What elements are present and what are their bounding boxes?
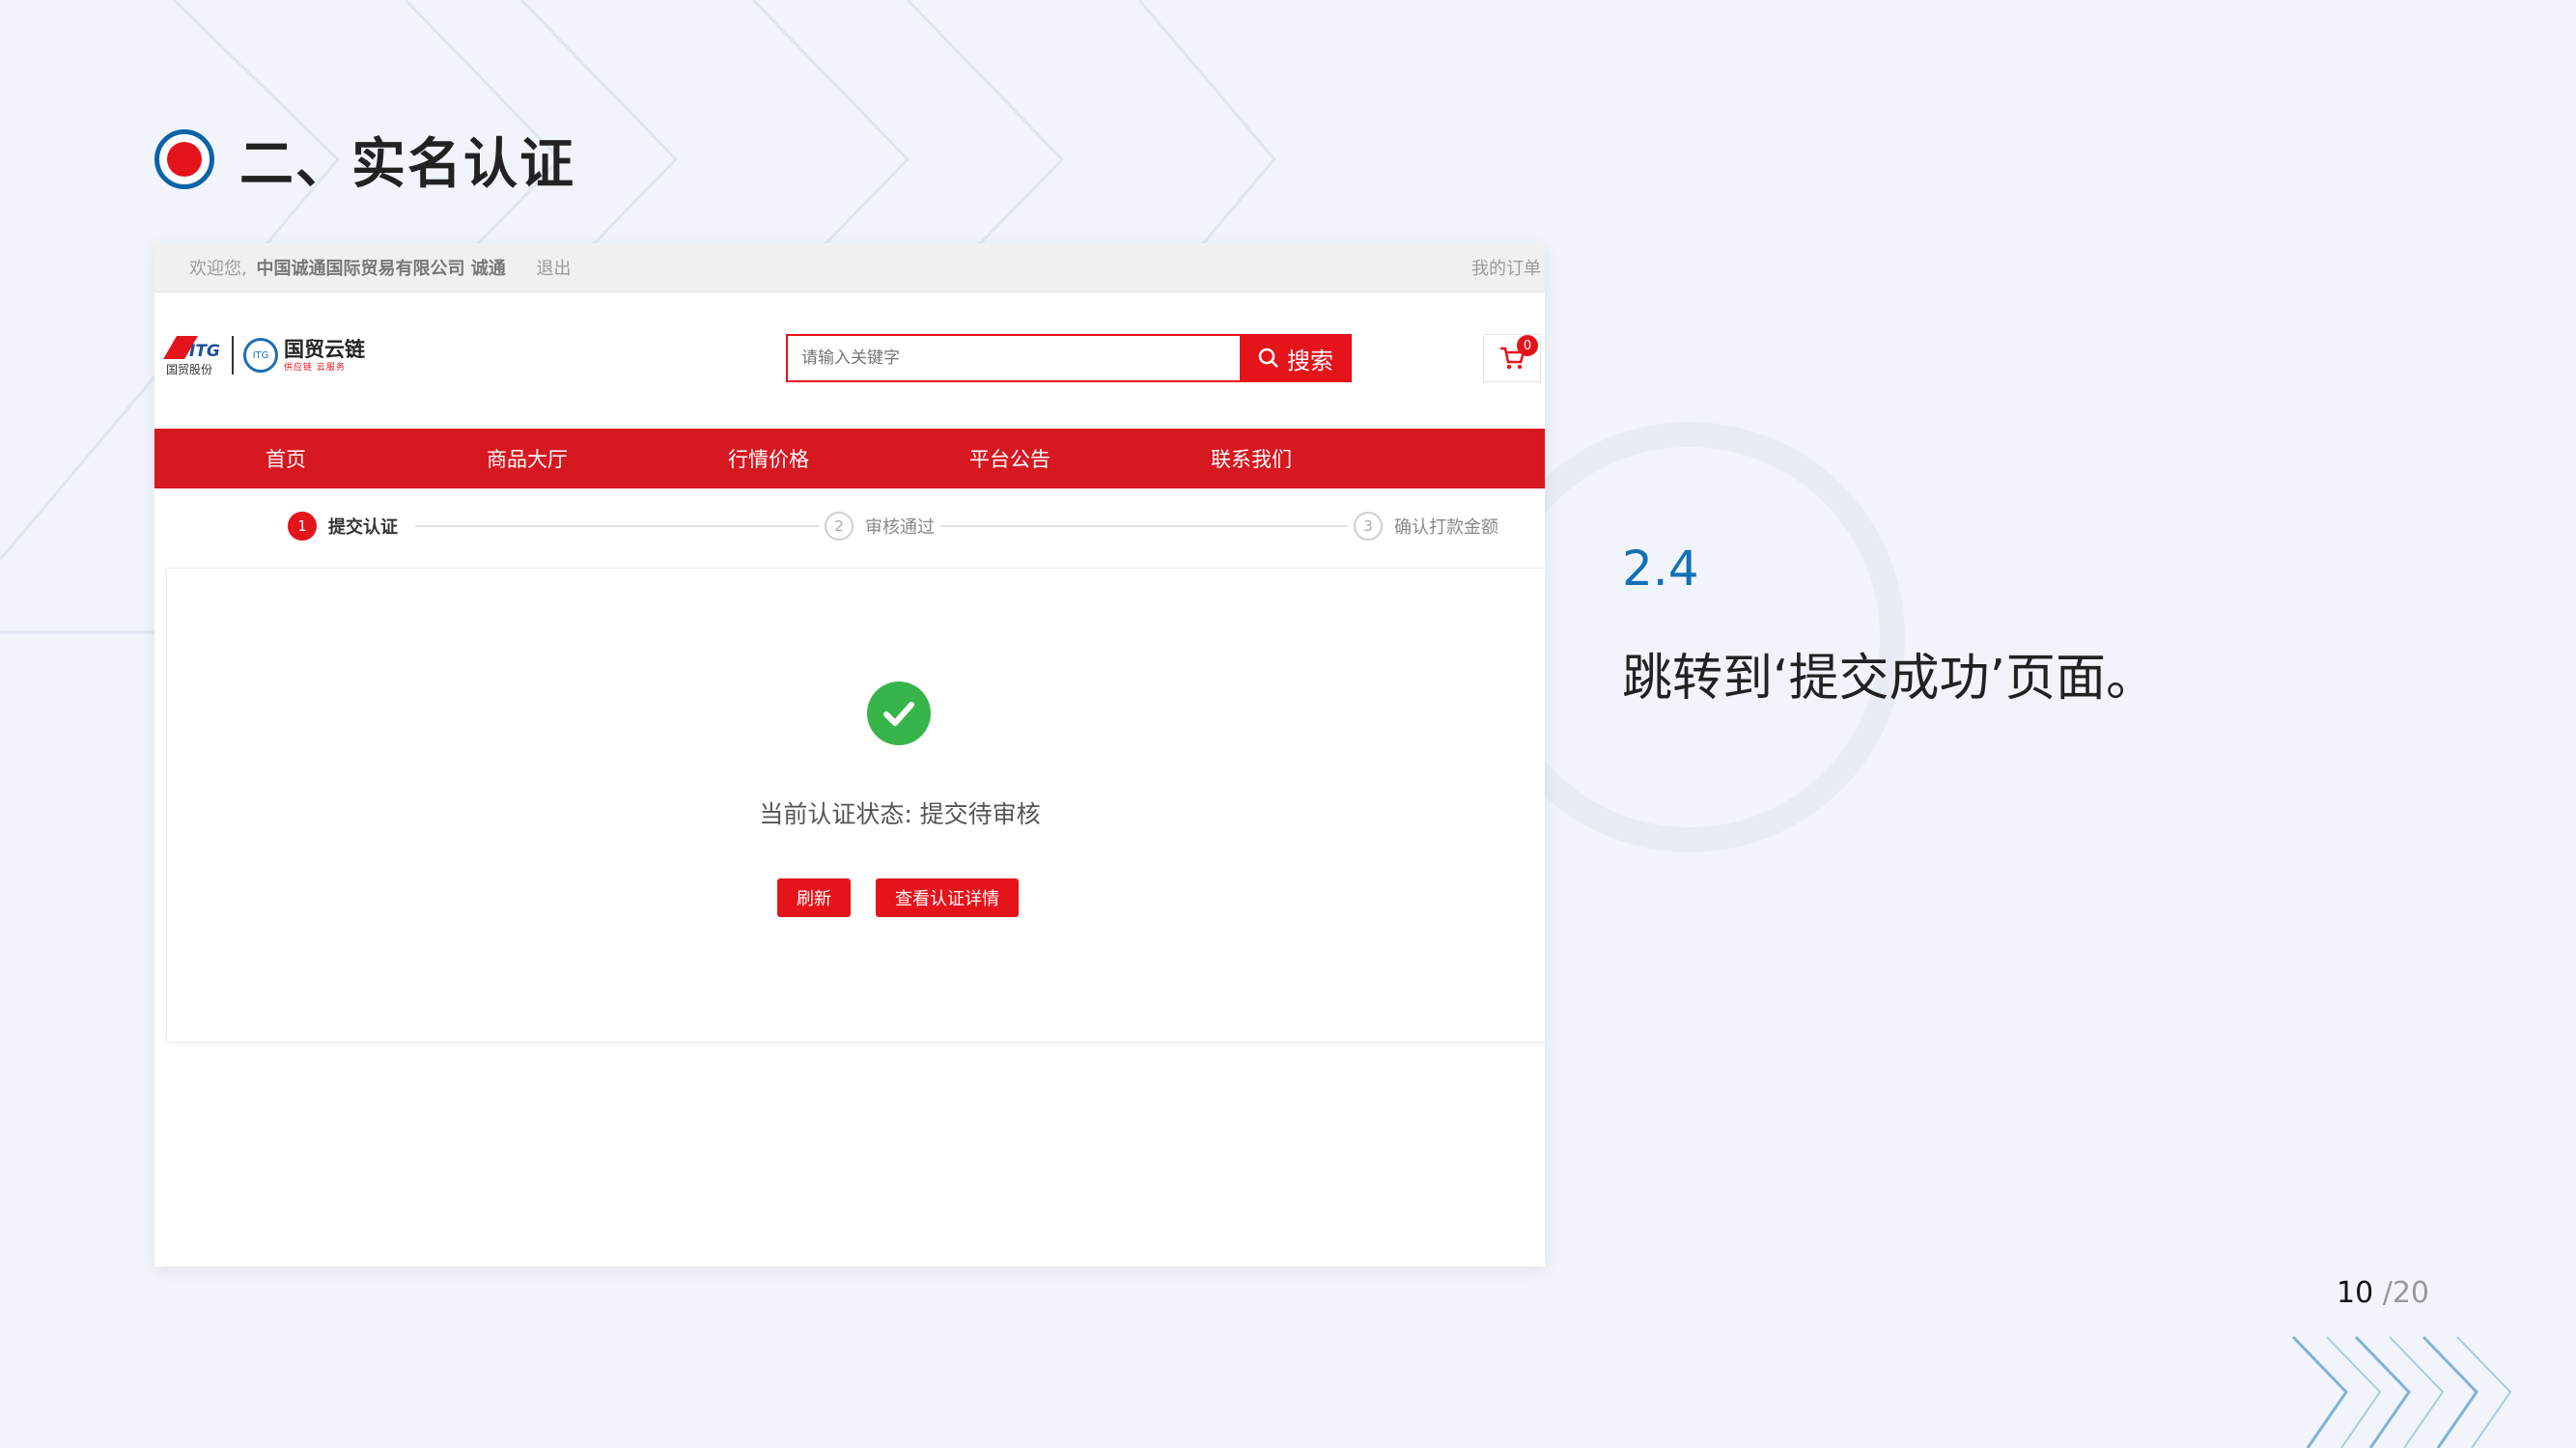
step-description: 跳转到‘提交成功’页面。 <box>1622 650 2157 708</box>
nav-item-home[interactable]: 首页 <box>154 444 417 473</box>
yunlian-name: 国贸云链 <box>284 337 365 361</box>
nav-item-contact[interactable]: 联系我们 <box>1120 444 1383 473</box>
search-bar: 搜索 <box>786 334 1352 382</box>
yunlian-logo-icon: ITG <box>243 338 278 373</box>
website-screenshot: 欢迎您, 中国诚通国际贸易有限公司 诚通 退出 我的订单 ITG 国贸股份 IT… <box>154 243 1545 1267</box>
welcome-text: 欢迎您, <box>189 259 247 279</box>
slide-title-text: 二、实名认证 <box>239 132 575 196</box>
auth-status-text: 当前认证状态: 提交待审核 <box>759 800 1041 828</box>
step-confirm-amount: 3 确认打款金额 <box>1348 512 1504 541</box>
nav-item-products[interactable]: 商品大厅 <box>417 444 637 473</box>
page-current: 10 <box>2337 1276 2374 1310</box>
step-approved: 2 审核通过 <box>819 512 940 541</box>
cart-button[interactable]: 0 <box>1483 334 1541 382</box>
search-icon <box>1258 348 1278 368</box>
company-name: 中国诚通国际贸易有限公司 诚通 <box>256 259 506 279</box>
step-number: 2.4 <box>1622 541 1699 597</box>
yunlian-slogan: 供应链 云服务 <box>284 362 346 373</box>
page-total: /20 <box>2382 1276 2430 1310</box>
slide-title: 二、实名认证 <box>154 124 575 196</box>
nav-item-notices[interactable]: 平台公告 <box>900 444 1120 473</box>
nav-item-prices[interactable]: 行情价格 <box>637 444 900 473</box>
check-circle-icon <box>867 682 931 745</box>
itg-logo: ITG 国贸股份 <box>163 334 222 376</box>
view-auth-detail-button[interactable]: 查看认证详情 <box>876 878 1019 917</box>
my-orders-link[interactable]: 我的订单 <box>1471 255 1541 280</box>
search-button-label: 搜索 <box>1287 347 1333 375</box>
progress-steps: 1 提交认证 2 审核通过 3 确认打款金额 <box>154 512 1545 550</box>
site-logo[interactable]: ITG 国贸股份 ITG 国贸云链 供应链 云服务 <box>163 334 365 376</box>
page-number: 10 /20 <box>2337 1276 2429 1310</box>
logout-link[interactable]: 退出 <box>536 259 571 279</box>
step-submit: 1 提交认证 <box>288 512 404 541</box>
search-input[interactable] <box>786 334 1240 382</box>
top-bar: 欢迎您, 中国诚通国际贸易有限公司 诚通 退出 我的订单 <box>154 243 1545 292</box>
title-bullet-icon <box>154 129 214 189</box>
cart-count-badge: 0 <box>1517 335 1538 356</box>
main-nav: 首页 商品大厅 行情价格 平台公告 联系我们 <box>154 429 1545 488</box>
search-button[interactable]: 搜索 <box>1240 334 1352 382</box>
refresh-button[interactable]: 刷新 <box>777 878 851 917</box>
